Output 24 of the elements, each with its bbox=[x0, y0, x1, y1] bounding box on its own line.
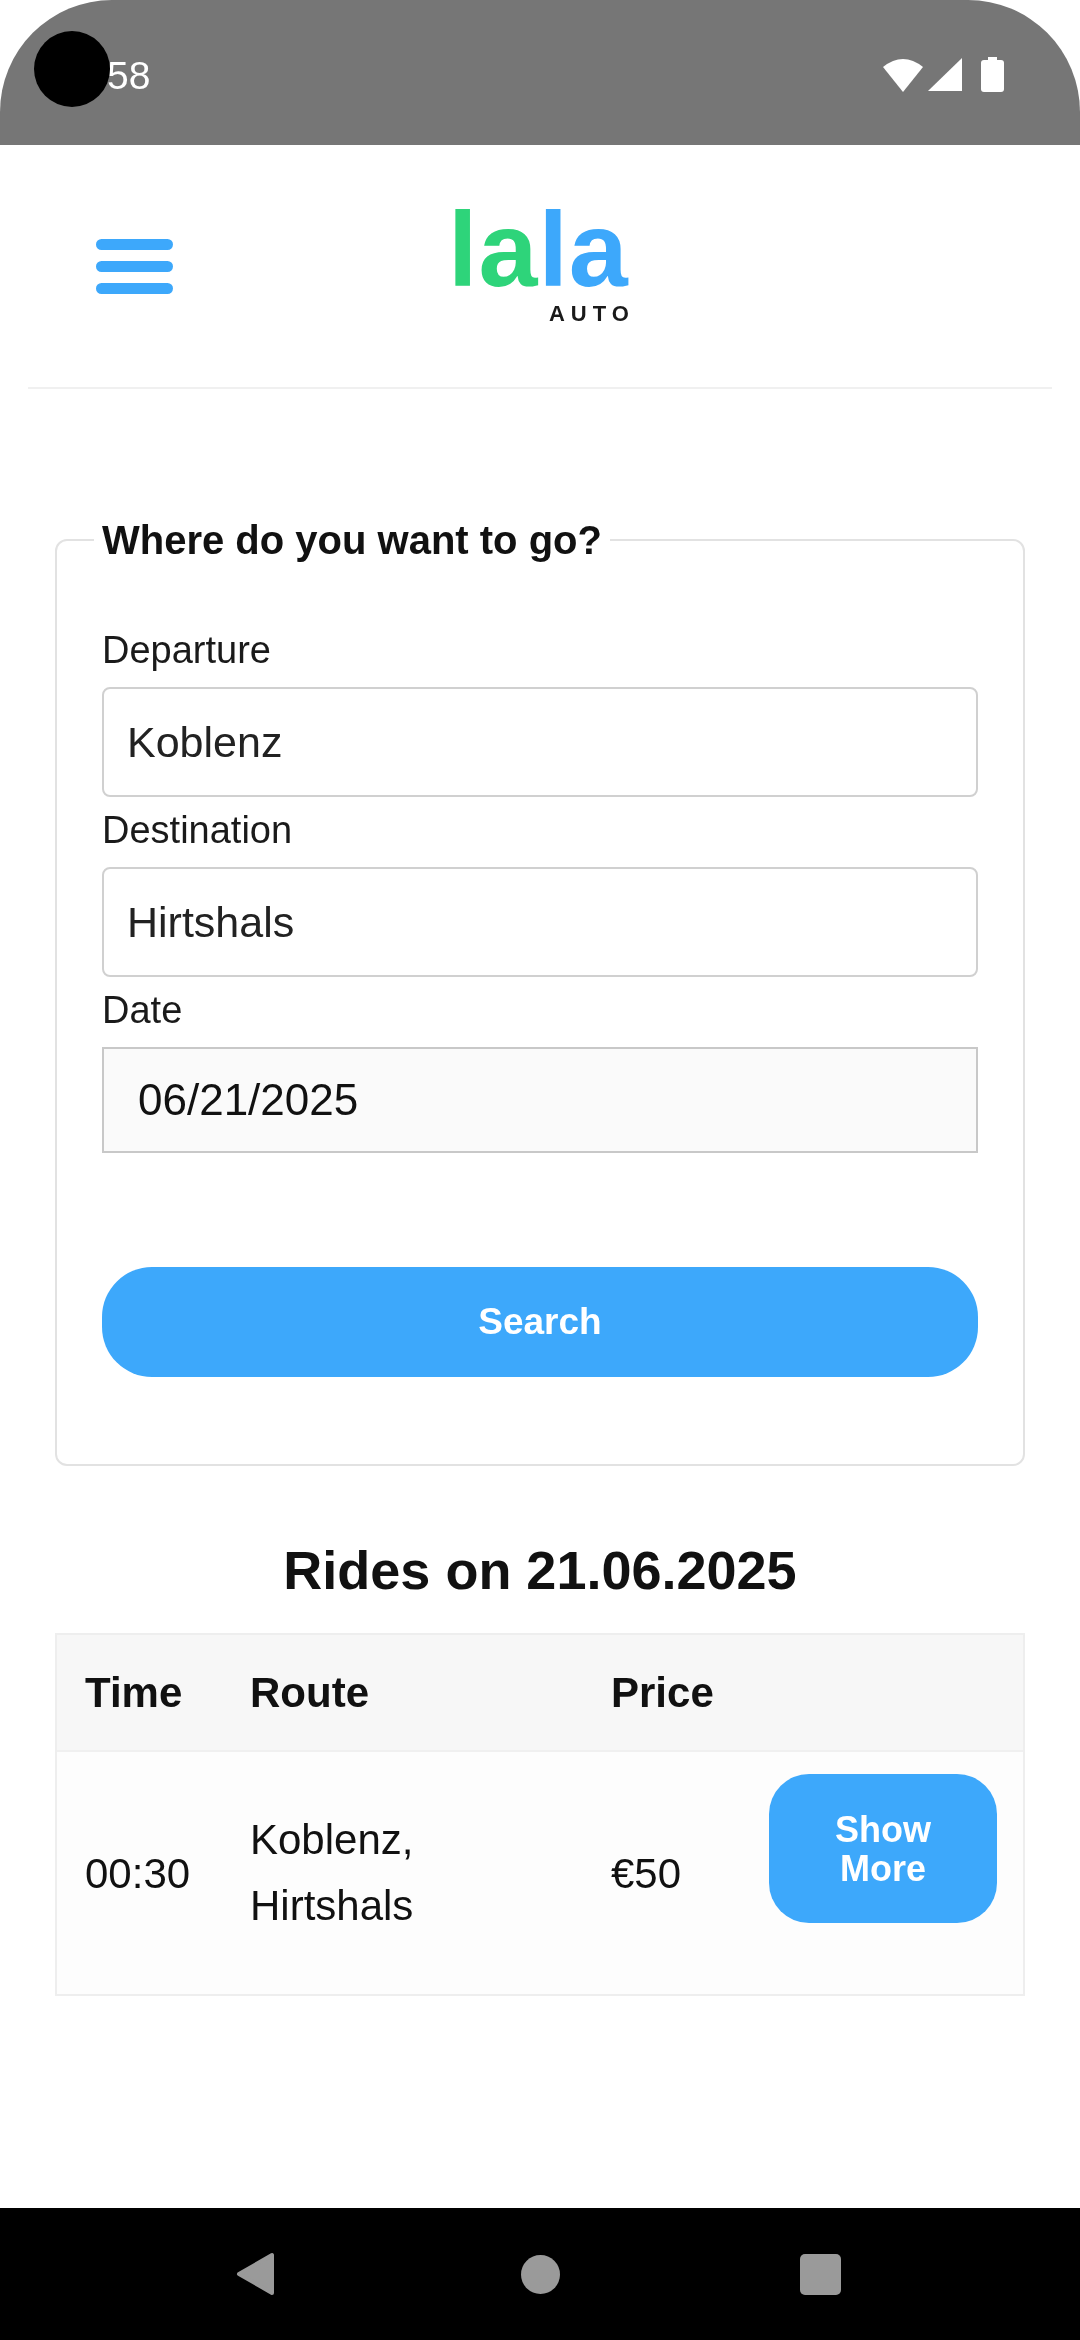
back-icon[interactable] bbox=[236, 2252, 275, 2296]
form-title: Where do you want to go? bbox=[101, 518, 603, 562]
table-cell-text: €50 bbox=[610, 1848, 683, 1899]
text-field[interactable]: Koblenz bbox=[102, 687, 978, 797]
logo-tagline: AUTO bbox=[548, 303, 635, 325]
battery-icon bbox=[981, 57, 1004, 92]
column-header: Price bbox=[610, 1668, 715, 1718]
results-title: Rides on 21.06.2025 bbox=[282, 1539, 798, 1602]
text-field[interactable]: Hirtshals bbox=[102, 867, 978, 977]
recents-icon[interactable] bbox=[800, 2253, 841, 2295]
column-header: Time bbox=[84, 1668, 184, 1718]
home-icon[interactable] bbox=[521, 2254, 560, 2294]
field-label: Departure bbox=[102, 628, 272, 673]
signal-icon bbox=[928, 58, 962, 91]
field-label: Date bbox=[102, 988, 184, 1033]
menu-icon[interactable] bbox=[96, 238, 173, 294]
field-label: Destination bbox=[102, 808, 294, 853]
column-header: Route bbox=[249, 1668, 370, 1718]
logo-wordmark: lala bbox=[448, 207, 629, 291]
table-cell-text: Koblenz, Hirtshals bbox=[249, 1815, 415, 1931]
status-time: 58 bbox=[107, 52, 151, 99]
table-cell-text: 00:30 bbox=[84, 1848, 192, 1899]
date-field[interactable]: 06/21/2025 bbox=[102, 1047, 978, 1153]
wifi-icon bbox=[883, 57, 923, 92]
